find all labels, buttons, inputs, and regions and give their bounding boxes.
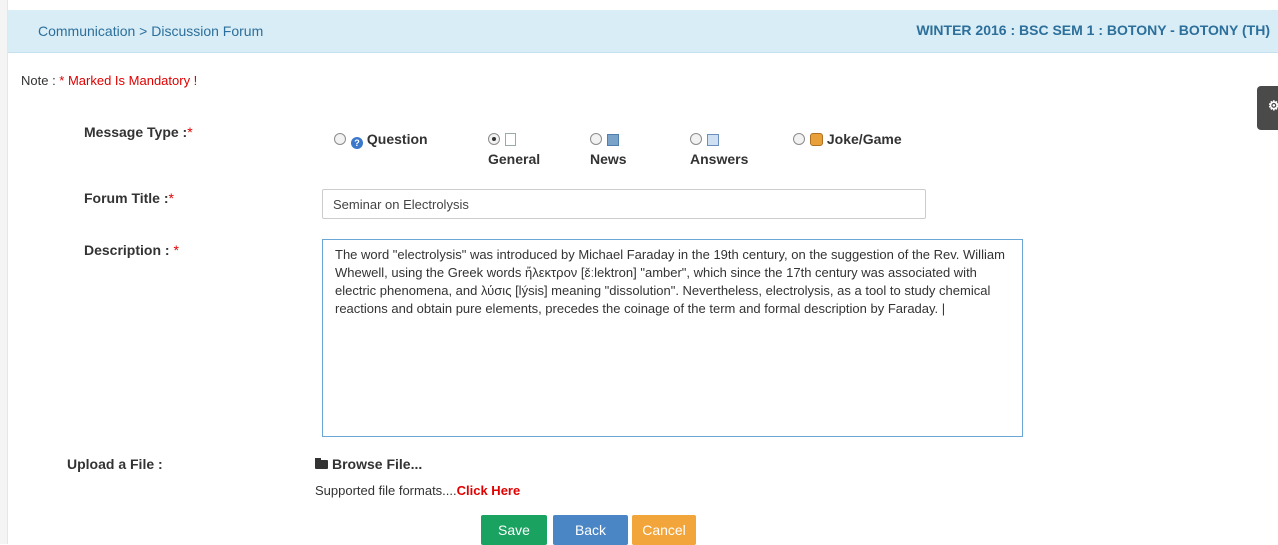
radio-joke[interactable] — [793, 133, 805, 145]
radio-general[interactable] — [488, 133, 500, 145]
message-type-news[interactable]: News — [590, 131, 627, 167]
news-icon — [607, 134, 619, 146]
message-type-joke[interactable]: Joke/Game — [793, 131, 902, 147]
description-label: Description : * — [84, 242, 179, 258]
answers-label: Answers — [690, 151, 749, 167]
browse-label: Browse File... — [332, 456, 423, 472]
message-type-question[interactable]: ? Question — [334, 131, 428, 149]
radio-answers[interactable] — [690, 133, 702, 145]
radio-question[interactable] — [334, 133, 346, 145]
message-type-label-text: Message Type : — [84, 124, 188, 140]
note-prefix: Note : — [21, 73, 60, 88]
settings-side-tab[interactable]: ⚙ — [1257, 86, 1278, 130]
document-icon — [505, 133, 516, 146]
upload-label: Upload a File : — [67, 456, 163, 472]
forum-title-input[interactable] — [322, 189, 926, 219]
mandatory-note: Note : * Marked Is Mandatory ! — [21, 73, 197, 88]
message-type-general[interactable]: General — [488, 131, 540, 167]
forum-title-label: Forum Title :* — [84, 190, 174, 206]
back-button[interactable]: Back — [553, 515, 628, 545]
breadcrumb[interactable]: Communication > Discussion Forum — [38, 23, 263, 39]
answers-icon — [707, 134, 719, 146]
question-label: Question — [366, 131, 428, 147]
message-type-answers[interactable]: Answers — [690, 131, 748, 167]
course-title: WINTER 2016 : BSC SEM 1 : BOTONY - BOTON… — [916, 22, 1270, 38]
note-text: * Marked Is Mandatory ! — [59, 73, 198, 88]
folder-icon — [315, 458, 328, 469]
formats-click-here-link[interactable]: Click Here — [457, 483, 521, 498]
question-icon: ? — [351, 137, 363, 149]
general-label: General — [488, 151, 541, 167]
page-header: Communication > Discussion Forum WINTER … — [8, 10, 1278, 53]
supported-formats: Supported file formats....Click Here — [315, 483, 520, 498]
news-label: News — [590, 151, 627, 167]
required-mark: * — [173, 242, 179, 258]
description-label-text: Description : — [84, 242, 170, 258]
description-textarea[interactable]: The word "electrolysis" was introduced b… — [322, 239, 1023, 437]
forum-title-label-text: Forum Title : — [84, 190, 169, 206]
save-button[interactable]: Save — [481, 515, 547, 545]
left-edge-strip — [0, 0, 8, 544]
joke-label: Joke/Game — [826, 131, 902, 147]
browse-file-button[interactable]: Browse File... — [315, 456, 422, 472]
cancel-button[interactable]: Cancel — [632, 515, 696, 545]
formats-text: Supported file formats.... — [315, 483, 457, 498]
radio-news[interactable] — [590, 133, 602, 145]
message-type-label: Message Type :* — [84, 124, 193, 140]
gear-icon: ⚙ — [1268, 98, 1278, 113]
required-mark: * — [168, 190, 174, 206]
joke-icon — [810, 133, 823, 146]
required-mark: * — [187, 124, 193, 140]
